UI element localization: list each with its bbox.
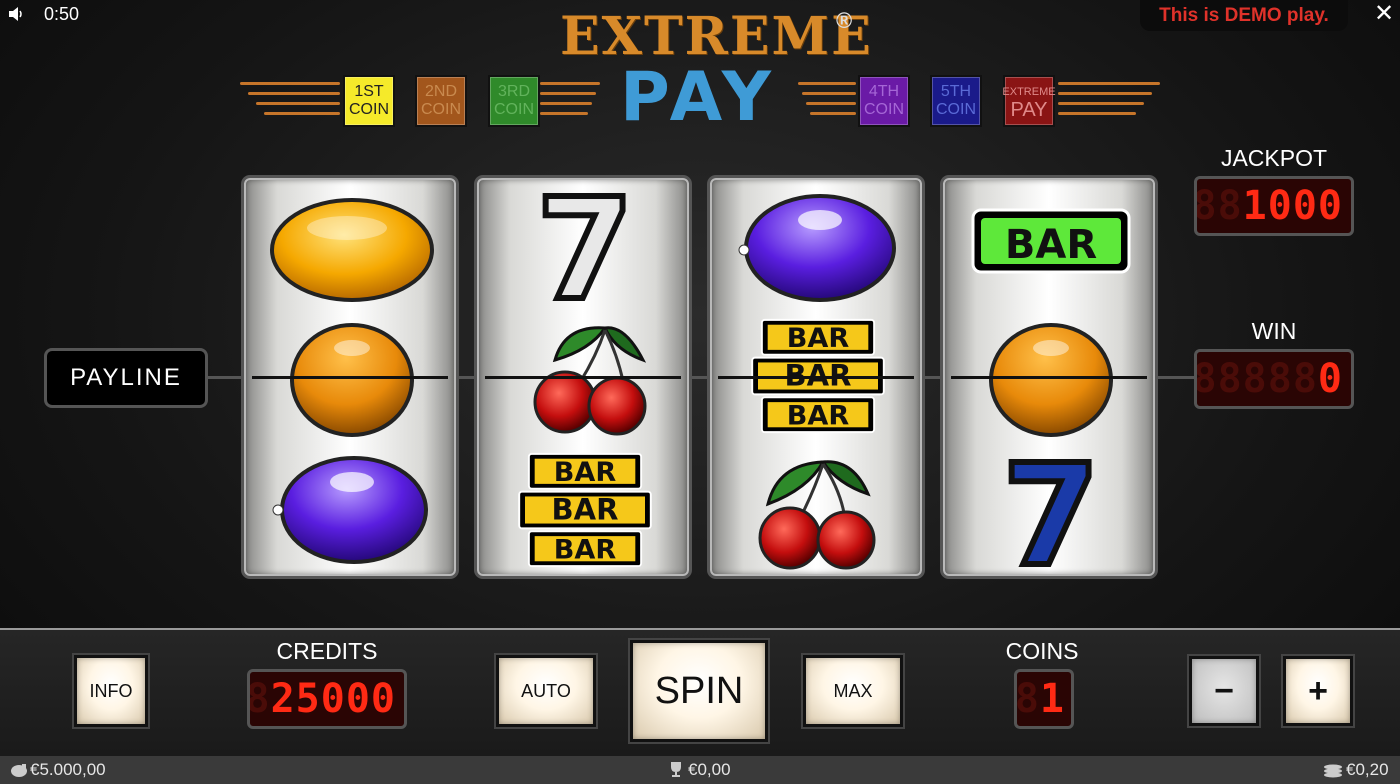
coin-badge-5th: 5TH COIN <box>930 75 982 127</box>
status-bar: €5.000,00 €0,00 €0,20 <box>0 756 1400 784</box>
coins-display: 81 <box>1014 669 1074 729</box>
cherries-icon <box>533 326 647 436</box>
info-button[interactable]: INFO <box>74 655 148 727</box>
coin-badge-label: COIN <box>349 101 389 118</box>
credits-display: 8 25000 <box>247 669 407 729</box>
payline-connector <box>208 376 246 379</box>
credits-title: CREDITS <box>276 638 378 664</box>
payline-segment <box>485 376 681 379</box>
logo-pay-text: PAY <box>620 58 777 137</box>
lemon-icon <box>270 198 434 302</box>
coin-badge-label: COIN <box>936 101 976 118</box>
coin-badge-label: COIN <box>494 101 534 118</box>
bar-text: BAR <box>552 493 619 527</box>
coin-stack-icon <box>1324 764 1342 778</box>
coin-badge-label: PAY <box>1010 98 1048 121</box>
decrease-coins-button[interactable]: − <box>1189 656 1259 726</box>
coin-badge-label: COIN <box>864 101 904 118</box>
coin-badge-2nd: 2ND COIN <box>415 75 467 127</box>
payline-connector <box>688 376 712 379</box>
coins-title: COINS <box>1005 638 1079 664</box>
wallet-icon <box>11 764 27 777</box>
coin-badge-label: 2ND <box>424 83 457 100</box>
win-value: 0 <box>1317 356 1343 402</box>
seven-glyph: 7 <box>536 186 633 306</box>
balance-value: €5.000,00 <box>30 760 106 779</box>
coin-badge-label: 3RD <box>497 83 530 100</box>
payline-segment <box>718 376 914 379</box>
payline-segment <box>252 376 448 379</box>
payline-segment <box>951 376 1147 379</box>
led-ghost-digits: 888 <box>1194 183 1243 229</box>
coins-value: 1 <box>1039 676 1065 722</box>
speaker-icon[interactable] <box>8 6 26 22</box>
coin-badge-label: EXTREME <box>1002 85 1056 98</box>
coin-badge-3rd: 3RD COIN <box>488 75 540 127</box>
cherries-icon <box>758 460 876 570</box>
bar-text: BAR <box>1005 222 1097 268</box>
bar-text: BAR <box>787 323 850 354</box>
led-ghost-digits: 88888 <box>1194 356 1318 402</box>
auto-button[interactable]: AUTO <box>496 655 596 727</box>
jackpot-value: 1000 <box>1242 183 1343 229</box>
increase-coins-button[interactable]: + <box>1283 656 1353 726</box>
seven-glyph: 7 <box>1002 450 1099 570</box>
demo-banner: This is DEMO play. <box>1140 0 1348 31</box>
coin-badge-label: 1ST <box>354 83 384 100</box>
coin-badge-extreme-pay: EXTREME PAY <box>1002 75 1056 127</box>
coin-badge-4th: 4TH COIN <box>858 75 910 127</box>
payline-connector <box>1154 376 1194 379</box>
bar-text: BAR <box>787 400 850 431</box>
plum-icon <box>738 194 896 302</box>
win-display: 88888 0 <box>1194 349 1354 409</box>
clock: 0:50 <box>44 4 80 24</box>
close-button[interactable]: ✕ <box>1372 2 1396 26</box>
plum-icon <box>272 456 428 564</box>
credits-value: 25000 <box>270 676 396 722</box>
jackpot-title: JACKPOT <box>1220 145 1328 171</box>
registered-mark: ® <box>836 8 853 33</box>
session-win-value: €0,00 <box>688 760 731 779</box>
coin-badge-label: COIN <box>421 101 461 118</box>
bet-value: €0,20 <box>1346 760 1389 779</box>
win-title: WIN <box>1251 318 1297 344</box>
coin-badge-label: 4TH <box>868 83 900 100</box>
single-bar-icon: BAR <box>971 208 1131 274</box>
max-button[interactable]: MAX <box>803 655 903 727</box>
seven-blue-icon: 7 <box>999 450 1102 570</box>
payline-label: PAYLINE <box>44 348 208 408</box>
seven-white-icon: 7 <box>533 186 636 306</box>
triple-bar-icon: BAR BAR BAR <box>518 452 652 568</box>
led-ghost-digits: 8 <box>1014 676 1040 722</box>
jackpot-display: 8881000 <box>1194 176 1354 236</box>
spin-button[interactable]: SPIN <box>630 640 768 742</box>
led-ghost-digits: 8 <box>247 676 271 722</box>
coin-badge-label: 5TH <box>940 83 972 100</box>
trophy-icon <box>671 762 681 777</box>
bar-text: BAR <box>554 534 617 565</box>
coin-badge-1st: 1ST COIN <box>343 75 395 127</box>
bar-text: BAR <box>554 457 617 488</box>
